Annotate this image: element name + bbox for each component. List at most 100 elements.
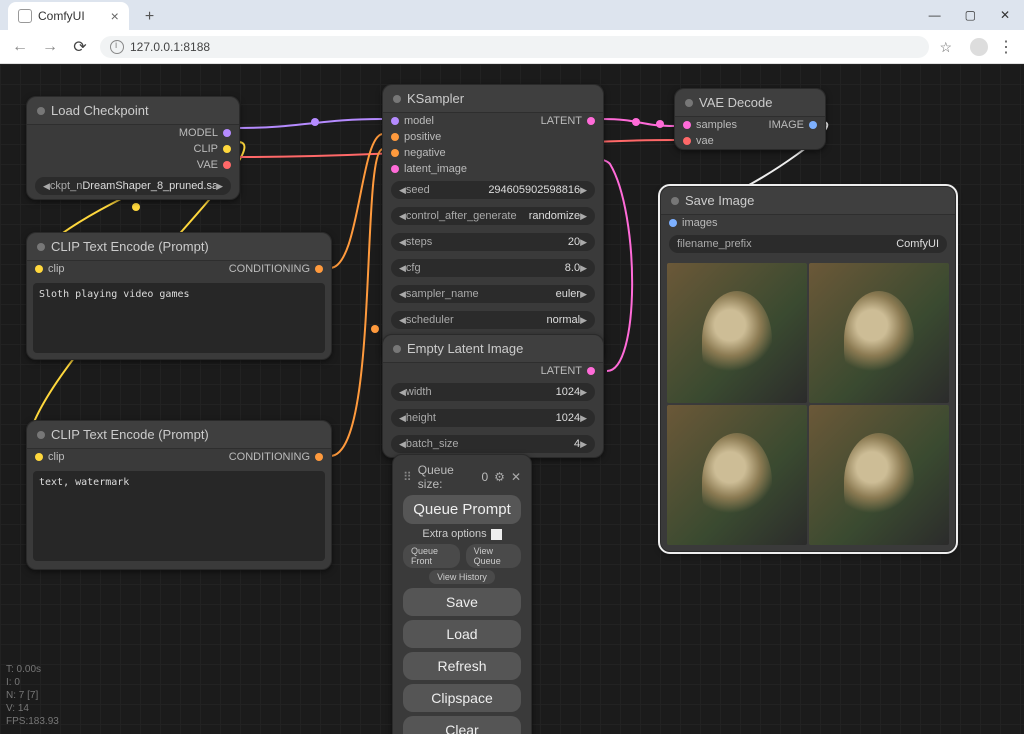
- profile-icon[interactable]: [970, 38, 988, 56]
- port-latent[interactable]: [587, 367, 595, 375]
- arrow-left-icon[interactable]: ◀: [399, 439, 406, 450]
- collapse-icon[interactable]: [671, 197, 679, 205]
- drag-handle-icon[interactable]: ⠿: [403, 470, 412, 484]
- minimize-icon[interactable]: —: [929, 8, 941, 22]
- clear-button[interactable]: Clear: [403, 716, 521, 734]
- node-graph-canvas[interactable]: Load Checkpoint MODEL CLIP VAE ◀ ckpt_n …: [0, 64, 1024, 734]
- node-header[interactable]: VAE Decode: [675, 89, 825, 117]
- output-image-2[interactable]: [809, 263, 949, 403]
- extra-options-toggle[interactable]: Extra options: [403, 528, 521, 540]
- bookmark-icon[interactable]: ☆: [939, 39, 952, 56]
- node-header[interactable]: KSampler: [383, 85, 603, 113]
- collapse-icon[interactable]: [37, 431, 45, 439]
- node-vae-decode[interactable]: VAE Decode samplesIMAGE vae: [674, 88, 826, 150]
- close-icon[interactable]: ×: [111, 8, 119, 24]
- site-info-icon[interactable]: [110, 40, 124, 54]
- node-header[interactable]: Load Checkpoint: [27, 97, 239, 125]
- arrow-left-icon[interactable]: ◀: [399, 237, 406, 248]
- port-clip[interactable]: [35, 453, 43, 461]
- browser-tab[interactable]: ComfyUI ×: [8, 2, 129, 30]
- output-image-3[interactable]: [667, 405, 807, 545]
- port-model[interactable]: [391, 117, 399, 125]
- output-images-grid[interactable]: [667, 263, 949, 545]
- port-images[interactable]: [669, 219, 677, 227]
- arrow-left-icon[interactable]: ◀: [399, 263, 406, 274]
- node-header[interactable]: Empty Latent Image: [383, 335, 603, 363]
- node-save-image[interactable]: Save Image images filename_prefix ComfyU…: [660, 186, 956, 552]
- arrow-left-icon[interactable]: ◀: [399, 289, 406, 300]
- collapse-icon[interactable]: [393, 345, 401, 353]
- arrow-right-icon[interactable]: ▶: [580, 263, 587, 274]
- port-image[interactable]: [809, 121, 817, 129]
- checkbox-icon[interactable]: [491, 529, 502, 540]
- arrow-right-icon[interactable]: ▶: [580, 237, 587, 248]
- back-icon[interactable]: ←: [10, 38, 30, 56]
- settings-icon[interactable]: ⚙: [494, 470, 505, 484]
- view-history-button[interactable]: View History: [429, 570, 495, 584]
- port-vae[interactable]: [223, 161, 231, 169]
- queue-front-button[interactable]: Queue Front: [403, 544, 460, 568]
- port-samples[interactable]: [683, 121, 691, 129]
- reload-icon[interactable]: ⟳: [70, 37, 90, 57]
- arrow-left-icon[interactable]: ◀: [399, 211, 406, 222]
- port-clip[interactable]: [35, 265, 43, 273]
- prompt-textarea[interactable]: Sloth playing video games: [33, 283, 325, 353]
- seed-widget[interactable]: ◀seed294605902598816▶: [391, 181, 595, 199]
- node-header[interactable]: Save Image: [661, 187, 955, 215]
- view-queue-button[interactable]: View Queue: [466, 544, 521, 568]
- arrow-left-icon[interactable]: ◀: [399, 185, 406, 196]
- sampler_name-widget[interactable]: ◀sampler_nameeuler▶: [391, 285, 595, 303]
- arrow-right-icon[interactable]: ▶: [580, 439, 587, 450]
- arrow-left-icon[interactable]: ◀: [399, 387, 406, 398]
- load-button[interactable]: Load: [403, 620, 521, 648]
- control-panel[interactable]: ⠿ Queue size: 0 ⚙ ✕ Queue Prompt Extra o…: [392, 454, 532, 734]
- arrow-right-icon[interactable]: ▶: [580, 185, 587, 196]
- collapse-icon[interactable]: [685, 99, 693, 107]
- maximize-icon[interactable]: ▢: [965, 8, 976, 22]
- arrow-left-icon[interactable]: ◀: [43, 181, 50, 192]
- arrow-right-icon[interactable]: ▶: [580, 387, 587, 398]
- new-tab-button[interactable]: +: [137, 4, 162, 30]
- port-conditioning[interactable]: [315, 265, 323, 273]
- filename-prefix-widget[interactable]: filename_prefix ComfyUI: [669, 235, 947, 253]
- collapse-icon[interactable]: [37, 243, 45, 251]
- scheduler-widget[interactable]: ◀schedulernormal▶: [391, 311, 595, 329]
- output-image-1[interactable]: [667, 263, 807, 403]
- cfg-widget[interactable]: ◀cfg8.0▶: [391, 259, 595, 277]
- port-clip[interactable]: [223, 145, 231, 153]
- refresh-button[interactable]: Refresh: [403, 652, 521, 680]
- arrow-left-icon[interactable]: ◀: [399, 413, 406, 424]
- port-positive[interactable]: [391, 133, 399, 141]
- port-latent-image[interactable]: [391, 165, 399, 173]
- arrow-right-icon[interactable]: ▶: [216, 181, 223, 192]
- arrow-right-icon[interactable]: ▶: [580, 315, 587, 326]
- port-latent[interactable]: [587, 117, 595, 125]
- control-panel-header[interactable]: ⠿ Queue size: 0 ⚙ ✕: [403, 463, 521, 491]
- node-ksampler[interactable]: KSampler modelLATENT positive negative l…: [382, 84, 604, 360]
- node-clip-text-encode-negative[interactable]: CLIP Text Encode (Prompt) clip CONDITION…: [26, 420, 332, 570]
- arrow-right-icon[interactable]: ▶: [580, 413, 587, 424]
- steps-widget[interactable]: ◀steps20▶: [391, 233, 595, 251]
- close-window-icon[interactable]: ✕: [1000, 8, 1010, 22]
- arrow-right-icon[interactable]: ▶: [580, 289, 587, 300]
- menu-icon[interactable]: ⋮: [998, 37, 1014, 57]
- node-load-checkpoint[interactable]: Load Checkpoint MODEL CLIP VAE ◀ ckpt_n …: [26, 96, 240, 200]
- clipspace-button[interactable]: Clipspace: [403, 684, 521, 712]
- prompt-textarea[interactable]: text, watermark: [33, 471, 325, 561]
- output-image-4[interactable]: [809, 405, 949, 545]
- port-negative[interactable]: [391, 149, 399, 157]
- control_after_generate-widget[interactable]: ◀control_after_generaterandomize▶: [391, 207, 595, 225]
- arrow-right-icon[interactable]: ▶: [580, 211, 587, 222]
- ckpt-name-widget[interactable]: ◀ ckpt_n DreamShaper_8_pruned.safetensor…: [35, 177, 231, 195]
- port-conditioning[interactable]: [315, 453, 323, 461]
- url-input[interactable]: 127.0.0.1:8188: [100, 36, 929, 58]
- save-button[interactable]: Save: [403, 588, 521, 616]
- node-header[interactable]: CLIP Text Encode (Prompt): [27, 233, 331, 261]
- collapse-icon[interactable]: [393, 95, 401, 103]
- node-empty-latent-image[interactable]: Empty Latent Image LATENT ◀width1024▶◀he…: [382, 334, 604, 458]
- batch_size-widget[interactable]: ◀batch_size4▶: [391, 435, 595, 453]
- node-header[interactable]: CLIP Text Encode (Prompt): [27, 421, 331, 449]
- width-widget[interactable]: ◀width1024▶: [391, 383, 595, 401]
- height-widget[interactable]: ◀height1024▶: [391, 409, 595, 427]
- arrow-left-icon[interactable]: ◀: [399, 315, 406, 326]
